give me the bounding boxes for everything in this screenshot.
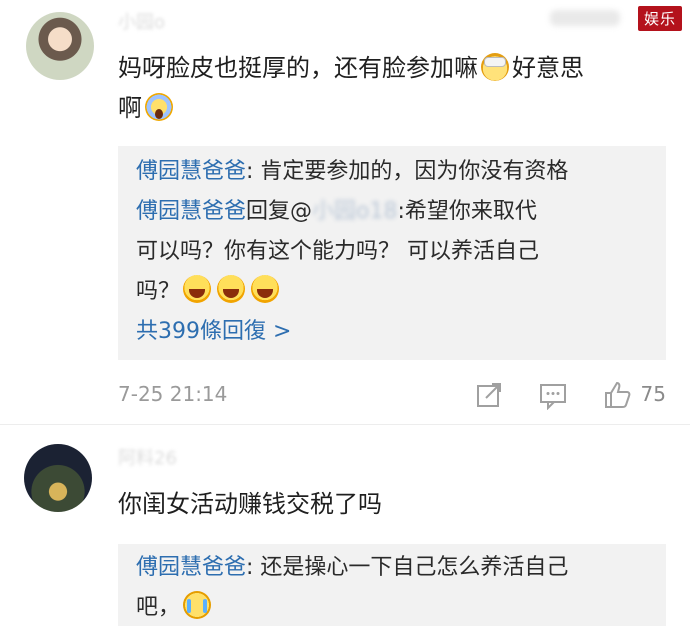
reply-item[interactable]: 傅园慧爸爸: 肯定要参加的，因为你没有资格 <box>118 146 666 192</box>
thumbs-up-icon[interactable] <box>602 380 632 410</box>
avatar[interactable] <box>26 12 94 80</box>
laughing-emoji-icon <box>251 275 280 303</box>
reply-text: :希望你来取代 <box>397 199 537 224</box>
blurred-mentioned-user[interactable]: 小园o18 <box>312 199 397 224</box>
channel-badge: 娱乐 <box>637 6 682 31</box>
reply-author[interactable]: 傅园慧爸爸 <box>136 159 246 184</box>
comment-text: 你闺女活动赚钱交税了吗 <box>118 490 382 518</box>
reply-box: 傅园慧爸爸: 肯定要参加的，因为你没有资格 傅园慧爸爸回复@小园o18:希望你来… <box>118 146 666 360</box>
reply-text-line: 可以吗？你有这个能力吗？ 可以养活自己 <box>136 239 539 264</box>
comment-text-part-3: 啊 <box>118 94 142 122</box>
reply-text: 吧， <box>136 595 181 620</box>
reply-box: 傅园慧爸爸: 还是操心一下自己怎么养活自己 吧， <box>118 544 666 626</box>
share-icon[interactable] <box>474 380 504 410</box>
reply-text-line: 吗？ <box>118 272 666 312</box>
reply-item[interactable]: 傅园慧爸爸回复@小园o18:希望你来取代 <box>118 192 666 232</box>
username[interactable]: 小园o <box>118 8 165 34</box>
reply-text: : 肯定要参加的，因为你没有资格 <box>246 159 569 184</box>
reply-text: : 还是操心一下自己怎么养活自己 <box>246 555 569 580</box>
reply-prefix: 回复@ <box>246 199 313 224</box>
comment-divider <box>0 424 690 425</box>
comment-text-part-2: 好意思 <box>512 54 584 82</box>
reply-author[interactable]: 傅园慧爸爸 <box>136 555 246 580</box>
laughing-emoji-icon <box>183 275 212 303</box>
avatar[interactable] <box>24 444 92 512</box>
username[interactable]: 阿料26 <box>118 444 177 470</box>
comment-meta-row: 7-25 21:14 75 <box>118 378 678 414</box>
reply-text-line: 吧， <box>118 588 666 628</box>
timestamp: 7-25 21:14 <box>118 382 228 406</box>
comment-text: 妈呀脸皮也挺厚的，还有脸参加嘛 好意思 啊 <box>118 48 678 128</box>
blurred-watermark <box>550 10 620 26</box>
more-replies-link[interactable]: 共399條回復 > <box>118 312 666 352</box>
comment-icon[interactable] <box>538 380 568 411</box>
comment-text-part-1: 妈呀脸皮也挺厚的，还有脸参加嘛 <box>118 54 478 82</box>
screaming-face-emoji-icon <box>145 93 173 121</box>
crying-emoji-icon <box>183 591 212 619</box>
reply-author[interactable]: 傅园慧爸爸 <box>136 199 246 224</box>
reply-text: 吗？ <box>136 279 181 304</box>
laughing-emoji-icon <box>217 275 246 303</box>
like-count: 75 <box>640 382 666 406</box>
sick-face-emoji-icon <box>481 53 509 81</box>
reply-item[interactable]: 傅园慧爸爸: 还是操心一下自己怎么养活自己 <box>118 544 666 588</box>
